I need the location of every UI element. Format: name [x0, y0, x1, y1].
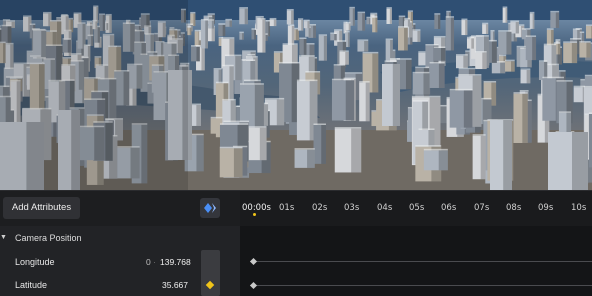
add-attributes-button[interactable]: Add Attributes [3, 197, 80, 219]
time-tick: 02s [312, 203, 328, 213]
time-tick: 03s [344, 203, 360, 213]
timeline-ruler[interactable]: 00:00s 01s 02s 03s 04s 05s 06s 07s 08s 0… [240, 191, 592, 227]
time-tick: 04s [377, 203, 393, 213]
section-title: Camera Position [15, 233, 82, 243]
timeline-toolbar: Add Attributes 00:00s 01s 02s 03s 04s 05… [0, 190, 592, 227]
property-label: Longitude [15, 257, 55, 267]
time-tick: 09s [538, 203, 554, 213]
value-separator-icon: · [153, 257, 156, 267]
map-viewport[interactable] [0, 0, 592, 190]
longitude-value-field[interactable]: 139.768 [160, 257, 191, 267]
time-tick: 01s [279, 203, 295, 213]
viewport-shade-overlay [0, 0, 188, 190]
playhead-marker[interactable] [253, 213, 256, 216]
time-tick: 08s [506, 203, 522, 213]
latitude-keyframe-diamond-icon[interactable] [205, 280, 215, 290]
latitude-track [250, 285, 592, 286]
section-camera-position[interactable]: ▼ Camera Position [0, 226, 240, 250]
keyframe-toggle-column [201, 250, 220, 296]
longitude-prefix-value[interactable]: 0 [146, 257, 151, 267]
time-tick: 10s [571, 203, 587, 213]
add-keyframe-button[interactable] [200, 198, 220, 218]
attributes-panel: ▼ Camera Position Longitude 0 · 139.768 … [0, 226, 240, 296]
keyframe-diamond-icon [204, 203, 216, 213]
latitude-value-field[interactable]: 35.667 [160, 280, 188, 290]
time-tick: 06s [441, 203, 457, 213]
property-label: Latitude [15, 280, 48, 290]
time-tick: 07s [474, 203, 490, 213]
time-tick: 05s [409, 203, 425, 213]
collapse-caret-icon[interactable]: ▼ [0, 234, 7, 241]
longitude-track [250, 261, 592, 262]
time-tick: 00:00s [242, 203, 271, 213]
